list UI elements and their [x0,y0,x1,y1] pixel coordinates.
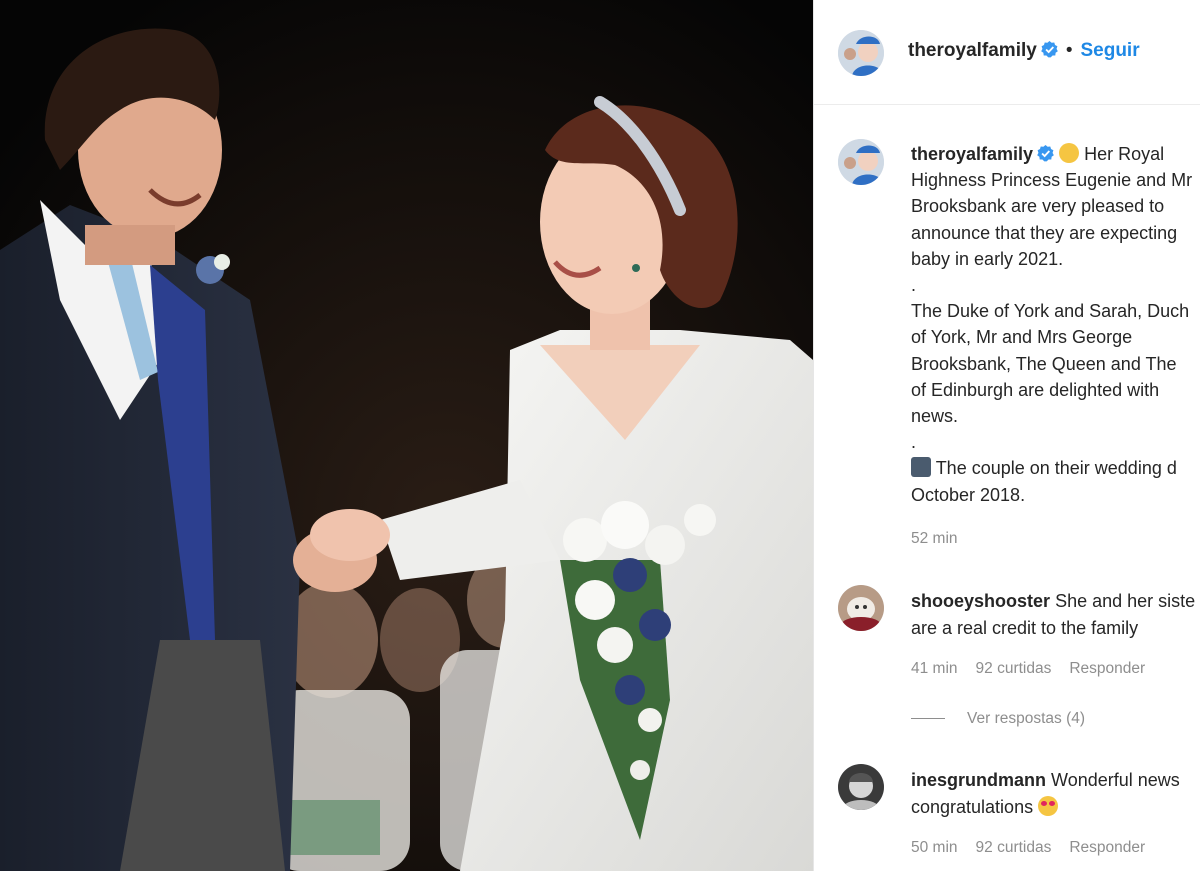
verified-badge-icon [1040,41,1058,58]
baby-emoji-icon [1059,143,1080,163]
view-replies-button[interactable]: Ver respostas (4) [911,710,1085,728]
comment-2-meta: 50 min 92 curtidas Responder [911,839,1163,857]
verified-badge-icon [1037,145,1054,162]
header-username[interactable]: theroyalfamily [908,40,1037,61]
comment-time[interactable]: 50 min [911,839,958,856]
wedding-photo-illustration [0,0,813,871]
caption-line-6: The Duke of York and Sarah, Duch [911,301,1190,322]
caption-dot-2: . [911,432,917,453]
caption-line-8: Brooksbank, The Queen and The [911,353,1177,374]
comment-avatar[interactable] [838,764,884,810]
caption-line-12: October 2018. [911,484,1026,505]
comment-text-cont: congratulations [911,796,1034,817]
caption-time[interactable]: 52 min [911,526,1200,552]
caption-line-11: The couple on their wedding d [935,458,1177,479]
comment-username[interactable]: inesgrundmann [911,770,1046,790]
caption-line-2: Highness Princess Eugenie and Mr [911,170,1193,191]
caption-line-4: announce that they are expecting [911,222,1178,243]
comment-likes[interactable]: 92 curtidas [976,660,1052,677]
caption-line-1: Her Royal [1084,144,1165,164]
camera-emoji-icon [911,457,931,478]
comment-1-meta: 41 min 92 curtidas Responder [911,660,1163,678]
caption-line-3: Brooksbank are very pleased to [911,196,1165,217]
reply-button[interactable]: Responder [1069,839,1145,856]
person-avatar-icon [838,764,884,810]
dog-avatar-icon [838,585,884,631]
view-replies-label: Ver respostas (4) [967,710,1086,727]
instagram-post-view: theroyalfamily • Seguir theroyalfamily Her… [0,0,1200,871]
caption-dot-1: . [911,275,917,296]
comment-likes[interactable]: 92 curtidas [976,839,1052,856]
caption-line-7: of York, Mr and Mrs George [911,327,1133,348]
caption-username[interactable]: theroyalfamily [911,144,1033,164]
caption-line-10: news. [911,406,959,427]
queen-avatar-icon [838,30,884,76]
comment-text-cont: are a real credit to the family [911,617,1139,638]
reply-button[interactable]: Responder [1069,660,1145,677]
avatar[interactable] [838,30,884,76]
post-caption: theroyalfamily Her Royal Highness Prince… [911,141,1200,552]
comment-avatar[interactable] [838,585,884,631]
post-header: theroyalfamily • Seguir [814,0,1200,105]
post-photo[interactable] [0,0,813,871]
comment-text: She and her siste [1055,591,1196,611]
comment-text: Wonderful news [1051,770,1180,790]
divider-line [911,718,945,720]
queen-avatar-icon [838,139,884,185]
comment-time[interactable]: 41 min [911,660,958,677]
caption-line-5: baby in early 2021. [911,248,1064,269]
caption-line-9: of Edinburgh are delighted with [911,379,1160,400]
heart-eyes-emoji-icon [1038,795,1059,816]
comment-2: inesgrundmann Wonderful news congratulat… [911,767,1200,820]
comment-username[interactable]: shooeyshooster [911,591,1050,611]
post-sidebar: theroyalfamily • Seguir theroyalfamily Her… [813,0,1200,871]
comment-1: shooeyshooster She and her siste are a r… [911,588,1200,641]
header-separator: • [1065,40,1073,61]
caption-avatar[interactable] [838,139,884,185]
follow-button[interactable]: Seguir [1080,40,1139,61]
